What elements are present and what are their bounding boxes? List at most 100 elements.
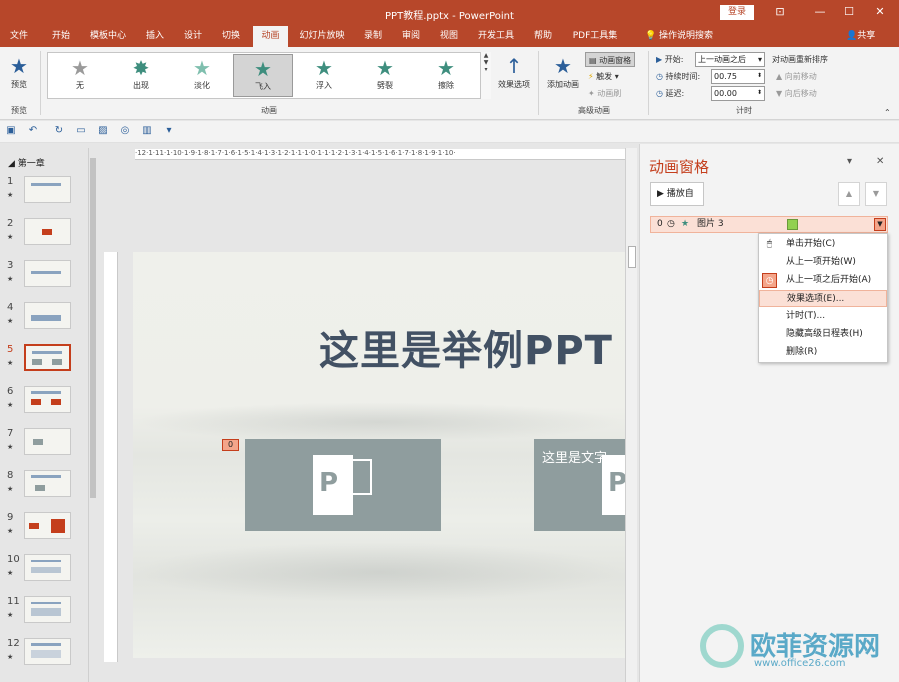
chevron-down-icon[interactable]: ▾ [847, 156, 852, 167]
slide-thumbnail[interactable]: 12 ★ [0, 638, 99, 680]
animation-fade[interactable]: ★ 淡化 [172, 54, 232, 97]
slide-thumbnail[interactable]: 8 ★ [0, 470, 99, 512]
spinner-icon[interactable]: ⬍ [757, 86, 762, 99]
slide-thumbnail[interactable]: 11 ★ [0, 596, 99, 638]
chevron-up-icon[interactable]: ▲ [481, 52, 491, 59]
animation-none[interactable]: ★ 无 [50, 54, 110, 97]
tab-insert[interactable]: 插入 [140, 26, 170, 47]
slide-title[interactable]: 这里是举例PPT [319, 318, 613, 376]
close-icon[interactable]: ✕ [876, 156, 884, 167]
chevron-down-icon[interactable]: ▼ [874, 218, 886, 231]
customize-icon[interactable]: ▾ [162, 124, 176, 138]
menu-effect-options[interactable]: 效果选项(E)... [759, 290, 887, 307]
start-select[interactable]: 上一动画之后 ▾ [695, 52, 765, 67]
triangle-up-icon: ▲ [776, 72, 783, 81]
animation-wipe[interactable]: ★ 擦除 [416, 54, 476, 97]
slide-thumbnail[interactable]: 6 ★ [0, 386, 99, 428]
save-icon[interactable]: ▣ [4, 124, 18, 138]
tab-design[interactable]: 设计 [178, 26, 208, 47]
animation-float-in[interactable]: ★ 浮入 [294, 54, 354, 97]
menu-start-after-previous[interactable]: ◷ 从上一项之后开始(A) [759, 272, 887, 289]
new-slide-icon[interactable]: ▭ [74, 124, 88, 138]
ribbon-display-icon[interactable]: ⊡ [770, 3, 790, 21]
move-later-button[interactable]: ▼ 向后移动 [776, 86, 817, 101]
tab-record[interactable]: 录制 [358, 26, 388, 47]
slide-thumbnail[interactable]: 3 ★ [0, 260, 99, 302]
slide-thumbnail[interactable]: 9 ★ [0, 512, 99, 554]
tell-me-search[interactable]: 💡 操作说明搜索 [634, 26, 724, 47]
menu-timing[interactable]: 计时(T)... [759, 308, 887, 325]
slide-thumbnail[interactable]: 1 ★ [0, 176, 99, 218]
editor-scrollbar[interactable] [625, 148, 637, 682]
slide-canvas[interactable]: 这里是举例PPT P 0 这里是文字 P [133, 252, 625, 658]
tab-template-center[interactable]: 模板中心 [84, 26, 132, 47]
animation-star-icon: ★ [7, 191, 14, 199]
play-from-button[interactable]: ▶ 播放自 [650, 182, 704, 206]
tab-file[interactable]: 文件 [2, 26, 36, 47]
tab-developer[interactable]: 开发工具 [472, 26, 520, 47]
menu-hide-timeline[interactable]: 隐藏高级日程表(H) [759, 326, 887, 343]
menu-start-on-click[interactable]: 🖱 单击开始(C) [759, 236, 887, 253]
add-animation-button[interactable]: ★ 添加动画 [544, 53, 582, 90]
chevron-down-icon[interactable]: ▼ [481, 59, 491, 66]
delay-input[interactable]: 00.00 ⬍ [711, 86, 765, 101]
slides-scrollbar[interactable] [88, 148, 97, 682]
menu-remove[interactable]: 删除(R) [759, 344, 887, 361]
preview-button[interactable]: ★ 预览 [4, 53, 34, 90]
effect-options-button[interactable]: ↑ 效果选项 [494, 53, 534, 90]
thumb-image [24, 344, 71, 371]
move-down-button[interactable]: ▼ [865, 182, 887, 206]
slide-thumbnail[interactable]: 7 ★ [0, 428, 99, 470]
tab-view[interactable]: 视图 [434, 26, 464, 47]
more-icon[interactable]: ▾ [481, 66, 491, 73]
picture-3[interactable]: P [245, 439, 441, 531]
redo-icon[interactable]: ↻ [52, 124, 66, 138]
tab-slideshow[interactable]: 幻灯片放映 [294, 26, 350, 47]
picture-icon[interactable]: ▨ [96, 124, 110, 138]
maximize-button[interactable]: ☐ [839, 3, 859, 21]
thumb-image [24, 218, 71, 245]
slide-thumbnail[interactable]: 4 ★ [0, 302, 99, 344]
present-icon[interactable]: ▥ [140, 124, 154, 138]
thumb-image [24, 554, 71, 581]
picture-with-text[interactable]: 这里是文字 P [534, 439, 625, 531]
animation-pane-button[interactable]: ▤ 动画窗格 [585, 52, 636, 67]
menu-start-with-previous[interactable]: 从上一项开始(W) [759, 254, 887, 271]
thumb-image [24, 638, 71, 665]
animation-order-tag[interactable]: 0 [222, 439, 239, 451]
move-up-button[interactable]: ▲ [838, 182, 860, 206]
slide-thumbnail[interactable]: 2 ★ [0, 218, 99, 260]
close-button[interactable]: ✕ [870, 3, 890, 21]
section-header[interactable]: ◢ 第一章 [8, 156, 45, 169]
move-earlier-button[interactable]: ▲ 向前移动 [776, 69, 817, 84]
slide-thumbnail-active[interactable]: 5 ★ [0, 344, 99, 386]
collapse-ribbon-icon[interactable]: ⌃ [884, 105, 891, 120]
tab-home[interactable]: 开始 [44, 26, 78, 47]
animation-appear[interactable]: ✸ 出现 [111, 54, 171, 97]
animation-fly-in[interactable]: ★ 飞入 [233, 54, 293, 97]
scroll-thumb[interactable] [90, 158, 96, 498]
duration-input[interactable]: 00.75 ⬍ [711, 69, 765, 84]
tab-transitions[interactable]: 切换 [216, 26, 246, 47]
slides-panel: ◢ 第一章 1 ★ 2 ★ 3 ★ 4 ★ 5 ★ 6 ★ 7 ★ 8 ★ 9 ★ 10 ★ 11 ★… [0, 144, 99, 682]
tab-review[interactable]: 审阅 [396, 26, 426, 47]
tab-help[interactable]: 帮助 [528, 26, 558, 47]
gallery-scroll[interactable]: ▲ ▼ ▾ [480, 52, 491, 99]
animation-split[interactable]: ★ 劈裂 [355, 54, 415, 97]
scroll-thumb[interactable] [628, 246, 636, 268]
tab-animations[interactable]: 动画 [253, 26, 288, 47]
slide-thumbnail[interactable]: 10 ★ [0, 554, 99, 596]
timeline-bar[interactable] [787, 219, 798, 230]
animation-list-item[interactable]: 0 ◷ ★ 图片 3 ▼ [650, 216, 888, 233]
trigger-button[interactable]: ⚡ 触发 ▾ [588, 69, 619, 84]
triangle-down-icon: ▼ [776, 89, 783, 98]
share-button[interactable]: 👤共享 [846, 26, 875, 47]
spinner-icon[interactable]: ⬍ [757, 69, 762, 82]
login-button[interactable]: 登录 [720, 5, 754, 20]
shape-icon[interactable]: ◎ [118, 124, 132, 138]
minimize-button[interactable]: — [810, 3, 830, 21]
tab-pdf-tools[interactable]: PDF工具集 [566, 26, 624, 47]
undo-icon[interactable]: ↶ [26, 124, 40, 138]
animation-painter-button[interactable]: ✦ 动画刷 [588, 86, 621, 101]
animation-star-icon: ★ [7, 317, 14, 325]
